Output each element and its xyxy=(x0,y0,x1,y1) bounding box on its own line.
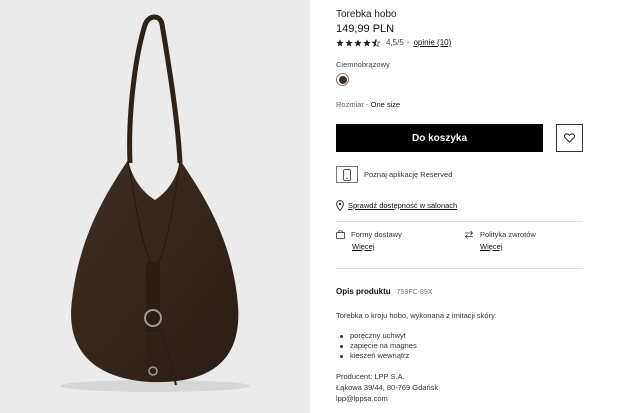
delivery-title: Formy dostawy xyxy=(351,230,402,239)
divider xyxy=(336,268,583,269)
producer-name: Producent: LPP S.A. xyxy=(336,372,405,381)
location-pin-icon xyxy=(336,200,344,211)
star-icon xyxy=(345,38,353,46)
size-row: Rozmiar - One size xyxy=(336,100,400,109)
store-availability-link[interactable]: Sprawdź dostępność w salonach xyxy=(348,201,457,210)
hobo-bag-image xyxy=(60,14,250,392)
shopping-bag-icon xyxy=(336,230,345,239)
heart-icon xyxy=(564,133,575,143)
returns-title: Polityka zwrotów xyxy=(480,230,536,239)
producer-email: lpp@lppsa.com xyxy=(336,394,388,403)
color-label: Ciemnobrązowy xyxy=(336,60,390,69)
returns-more-link[interactable]: Więcej xyxy=(480,242,536,251)
rating-separator: - xyxy=(406,38,410,47)
returns-title-row: Polityka zwrotów xyxy=(464,230,536,239)
product-title: Torebka hobo xyxy=(336,9,397,20)
size-value: One size xyxy=(370,100,401,109)
app-icon-box xyxy=(336,166,358,183)
wishlist-button[interactable] xyxy=(556,124,583,152)
half-star-icon xyxy=(372,38,380,47)
producer-info: Producent: LPP S.A. Łąkowa 39/44, 80-769… xyxy=(336,371,438,404)
description-text: Torebka o kroju hobo, wykonana z imitacj… xyxy=(336,311,497,320)
app-promo[interactable]: Poznaj aplikację Reserved xyxy=(336,166,452,183)
reviews-link[interactable]: opinie (10) xyxy=(413,38,451,47)
product-code: 759FC-89X xyxy=(396,289,433,296)
divider xyxy=(336,221,583,222)
list-item: poręczny uchwyt xyxy=(336,331,417,341)
rating-stars xyxy=(336,38,380,47)
size-label: Rozmiar - xyxy=(336,100,369,109)
feature-list: poręczny uchwyt zapięcie na magnes kiesz… xyxy=(336,331,417,361)
returns-policy[interactable]: Polityka zwrotów Więcej xyxy=(464,230,536,251)
delivery-more-link[interactable]: Więcej xyxy=(352,242,402,251)
rating-row: 4,5/5 - opinie (10) xyxy=(336,38,451,47)
return-arrows-icon xyxy=(464,230,474,239)
list-item: kieszeń wewnątrz xyxy=(336,351,417,361)
color-swatch-selected[interactable] xyxy=(336,73,349,86)
add-to-cart-button[interactable]: Do koszyka xyxy=(336,124,543,152)
list-item: zapięcie na magnes xyxy=(336,341,417,351)
description-header: Opis produktu 759FC-89X xyxy=(336,287,432,296)
star-icon xyxy=(363,38,371,46)
description-title: Opis produktu xyxy=(336,287,391,296)
star-icon xyxy=(336,38,344,46)
product-price: 149,99 PLN xyxy=(336,23,395,35)
rating-value: 4,5/5 xyxy=(386,38,404,47)
store-availability[interactable]: Sprawdź dostępność w salonach xyxy=(336,200,457,211)
phone-icon xyxy=(343,168,351,181)
delivery-title-row: Formy dostawy xyxy=(336,230,402,239)
product-photo[interactable] xyxy=(0,0,310,413)
star-icon xyxy=(354,38,362,46)
color-swatch-dark-brown xyxy=(338,75,347,84)
app-promo-text: Poznaj aplikację Reserved xyxy=(364,170,453,179)
producer-address: Łąkowa 39/44, 80-769 Gdańsk xyxy=(336,383,439,392)
delivery-options[interactable]: Formy dostawy Więcej xyxy=(336,230,402,251)
